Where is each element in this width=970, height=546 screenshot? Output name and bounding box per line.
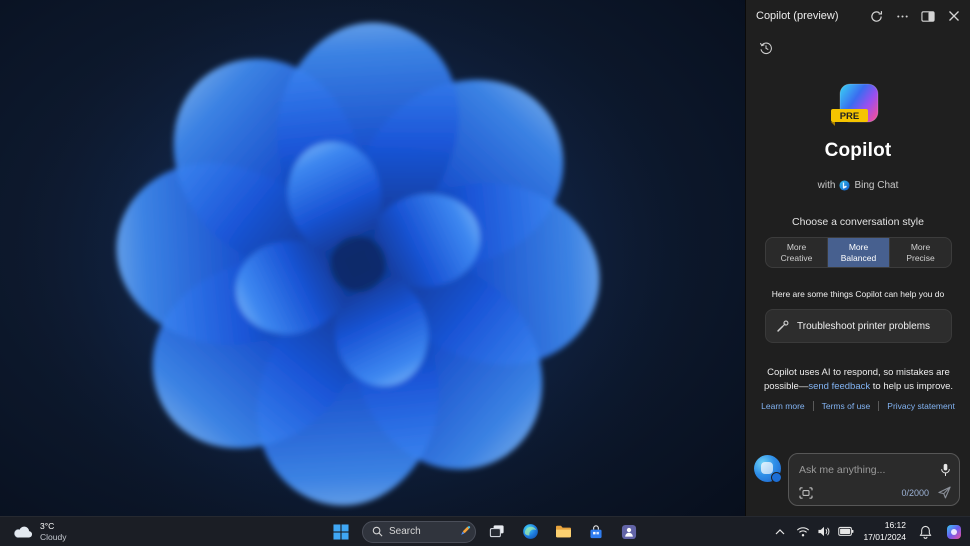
sidebar-toggle-button[interactable] [916, 4, 940, 28]
task-view-button[interactable] [485, 520, 509, 544]
send-button[interactable] [938, 486, 951, 499]
more-options-button[interactable] [890, 4, 914, 28]
bloom-wallpaper-graphic [13, 0, 703, 516]
tray-overflow-button[interactable] [771, 520, 789, 544]
suggestion-card[interactable]: Troubleshoot printer problems [765, 309, 952, 343]
search-highlights-icon [461, 526, 471, 535]
weather-condition: Cloudy [40, 531, 67, 542]
terms-of-use-link[interactable]: Terms of use [812, 401, 879, 411]
style-option-precise[interactable]: More Precise [890, 238, 951, 267]
microsoft-store-icon [590, 524, 602, 538]
copilot-logo: PRE [746, 82, 970, 132]
clock-widget[interactable]: 16:12 17/01/2024 [861, 520, 908, 542]
search-label: Search [389, 526, 421, 537]
ribbon-fold [831, 122, 835, 126]
close-icon [949, 11, 959, 21]
store-button[interactable] [584, 520, 608, 544]
teams-button[interactable] [617, 520, 641, 544]
ai-disclaimer: Copilot uses AI to respond, so mistakes … [763, 367, 954, 392]
wifi-icon[interactable] [796, 526, 810, 538]
style-option-balanced[interactable]: More Balanced [828, 238, 890, 267]
wrench-icon [777, 320, 789, 332]
refresh-icon [870, 10, 882, 22]
panel-title: Copilot (preview) [756, 10, 839, 22]
chat-history-button[interactable] [754, 36, 778, 60]
battery-icon[interactable] [838, 526, 854, 537]
start-button[interactable] [329, 520, 353, 544]
taskbar-center: Search [329, 517, 641, 546]
conversation-style-heading: Choose a conversation style [792, 216, 924, 228]
weather-temperature: 3°C [40, 520, 55, 531]
copilot-panel: Copilot (preview) PRE Copilot with Bing … [745, 0, 970, 516]
close-button[interactable] [942, 4, 966, 28]
character-counter: 0/2000 [901, 487, 929, 498]
file-explorer-icon [555, 525, 571, 538]
conversation-style-toggle: More Creative More Balanced More Precise [765, 237, 952, 268]
copilot-tray-icon [947, 524, 961, 539]
tray-date: 17/01/2024 [863, 531, 906, 542]
with-label: with [817, 180, 836, 191]
footer-links: Learn more Terms of use Privacy statemen… [746, 401, 970, 411]
system-tray: 16:12 17/01/2024 [771, 517, 966, 546]
taskbar: 3°C Cloudy Search 16:12 17/01/2024 [0, 516, 970, 546]
notification-button[interactable] [915, 520, 935, 544]
sidebar-icon [921, 10, 935, 22]
history-icon [759, 42, 772, 55]
app-title: Copilot [824, 140, 892, 161]
cloudy-weather-icon [14, 526, 33, 538]
copilot-avatar [754, 455, 782, 483]
copilot-tray-button[interactable] [942, 520, 966, 544]
file-explorer-button[interactable] [551, 520, 575, 544]
tray-time: 16:12 [884, 520, 906, 531]
brand-subtitle: with Bing Chat [746, 180, 970, 191]
taskbar-search-box[interactable]: Search [362, 520, 476, 543]
copilot-panel-header: Copilot (preview) [746, 0, 970, 32]
logo-badge-text: PRE [840, 111, 860, 122]
style-option-creative[interactable]: More Creative [766, 238, 828, 267]
teams-icon [621, 524, 637, 539]
screenshot-icon [799, 486, 813, 499]
search-icon [372, 526, 383, 537]
message-input[interactable] [799, 464, 940, 476]
weather-text: 3°C Cloudy [40, 521, 66, 542]
chat-input-box[interactable]: 0/2000 [788, 453, 960, 506]
windows-desktop-screen: Copilot (preview) PRE Copilot with Bing … [0, 0, 970, 546]
help-heading: Here are some things Copilot can help yo… [771, 289, 945, 299]
brand-name: Bing Chat [854, 180, 899, 191]
send-feedback-link[interactable]: send feedback [808, 381, 870, 392]
task-view-icon [489, 524, 504, 537]
bing-icon [839, 180, 850, 191]
ellipsis-icon [896, 14, 908, 18]
weather-widget[interactable]: 3°C Cloudy [4, 517, 74, 546]
edge-button[interactable] [518, 520, 542, 544]
volume-icon[interactable] [817, 525, 831, 538]
notification-bell-icon [919, 525, 931, 539]
chat-input-area: 0/2000 [754, 453, 960, 506]
desktop-wallpaper [0, 0, 745, 516]
suggestion-label: Troubleshoot printer problems [797, 320, 931, 332]
learn-more-link[interactable]: Learn more [753, 401, 812, 411]
edge-icon [522, 524, 538, 539]
windows-logo-icon [333, 523, 349, 540]
microphone-icon [941, 463, 950, 476]
add-screenshot-button[interactable] [799, 486, 813, 499]
send-icon [938, 486, 951, 499]
chevron-up-icon [776, 528, 785, 534]
mic-button[interactable] [940, 463, 951, 477]
refresh-button[interactable] [864, 4, 888, 28]
privacy-statement-link[interactable]: Privacy statement [878, 401, 963, 411]
